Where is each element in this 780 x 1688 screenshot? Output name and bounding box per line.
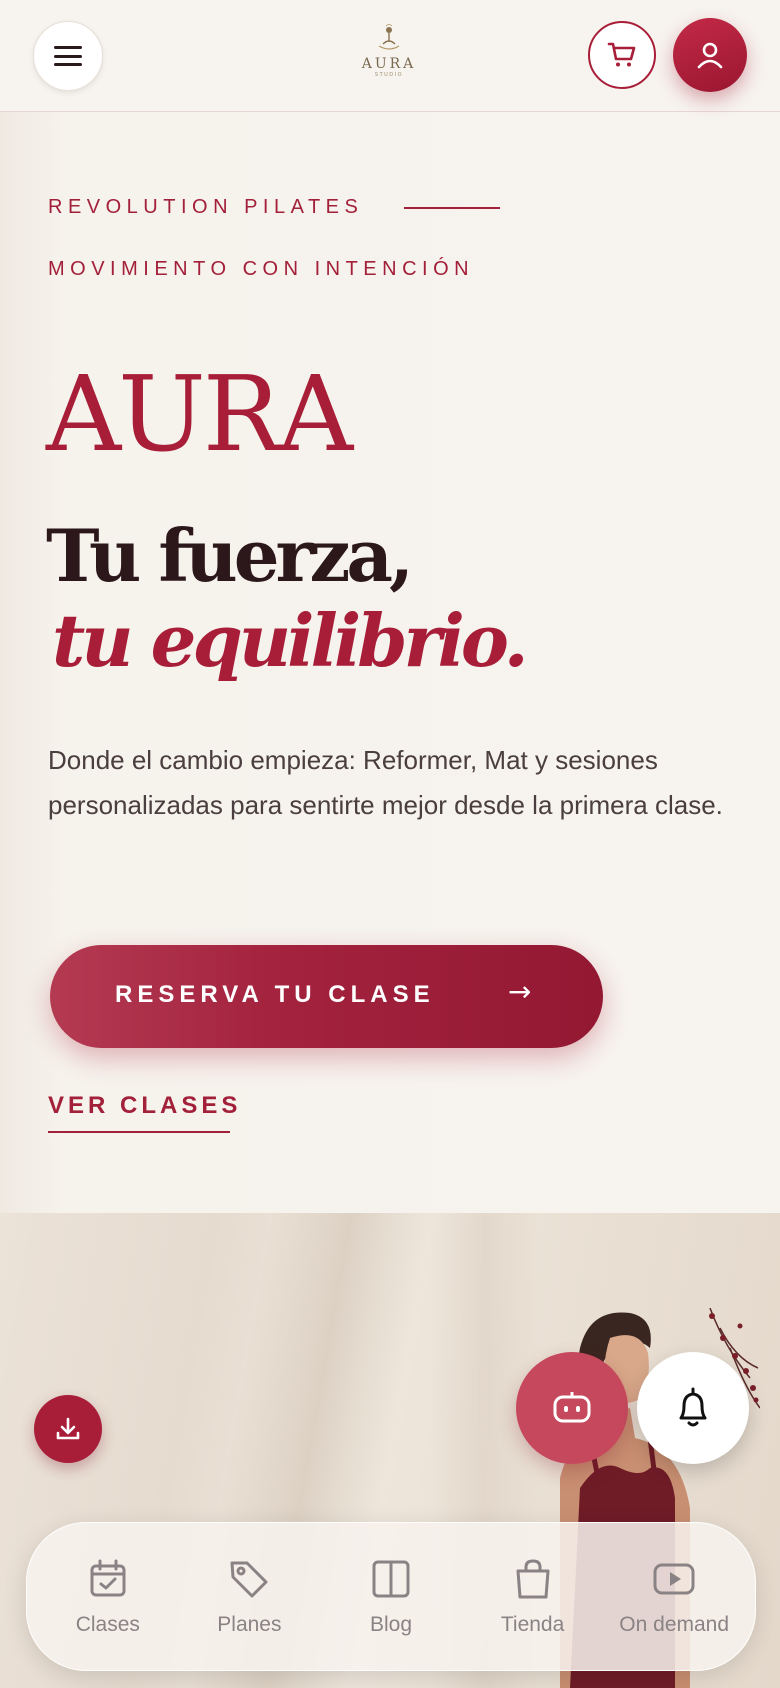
nav-item-on-demand[interactable]: On demand [604,1557,744,1637]
download-button[interactable] [34,1395,102,1463]
calendar-check-icon [90,1559,126,1596]
robot-icon [553,1392,591,1423]
brand-title: AURA [46,353,353,475]
hero-description: Donde el cambio empieza: Reformer, Mat y… [48,745,723,820]
eyebrow-tagline: MOVIMIENTO CON INTENCIÓN [48,258,475,280]
logo-subtitle: STUDIO [374,72,404,78]
view-classes-underline [48,1131,230,1133]
hamburger-menu-icon [54,46,82,66]
chatbot-button[interactable] [516,1352,628,1464]
nav-label-clases: Clases [75,1612,140,1636]
arrow-right-icon: → [508,975,532,1008]
nav-item-blog[interactable]: Blog [321,1557,461,1637]
nav-item-clases[interactable]: Clases [38,1557,178,1637]
cart-icon [607,42,636,67]
nav-label-tienda: Tienda [500,1612,565,1636]
cart-button[interactable] [588,21,656,89]
menu-button[interactable] [33,21,103,91]
nav-item-tienda[interactable]: Tienda [463,1557,603,1637]
notifications-button[interactable] [637,1352,749,1464]
logo-wordmark: AURA [361,56,417,72]
headline-line-1: Tu fuerza, [46,513,414,598]
eyebrow-revolution-pilates: REVOLUTION PILATES [48,196,364,218]
top-header: AURA STUDIO [0,0,780,112]
reserve-class-label: RESERVA TU CLASE [115,981,435,1008]
nav-label-blog: Blog [369,1612,412,1636]
brand-logo[interactable]: AURA STUDIO [356,24,422,96]
shopping-bag-icon [516,1558,550,1598]
book-columns-icon [372,1560,410,1597]
lotus-figure-icon [378,24,400,50]
user-icon [697,42,723,69]
play-video-icon [653,1563,695,1594]
view-classes-link[interactable]: VER CLASES [48,1092,241,1120]
headline-line-2: tu equilibrio. [52,598,529,683]
bell-icon [679,1387,707,1427]
account-button[interactable] [673,18,747,92]
download-icon [56,1417,80,1440]
nav-label-on-demand: On demand [619,1612,730,1636]
nav-item-planes[interactable]: Planes [179,1557,319,1637]
tag-icon [230,1561,268,1597]
nav-label-planes: Planes [217,1612,282,1636]
eyebrow-divider [404,207,500,209]
reserve-class-button[interactable]: RESERVA TU CLASE → [50,945,603,1048]
bottom-navigation: Clases Planes Blog Tienda On demand [26,1522,756,1671]
